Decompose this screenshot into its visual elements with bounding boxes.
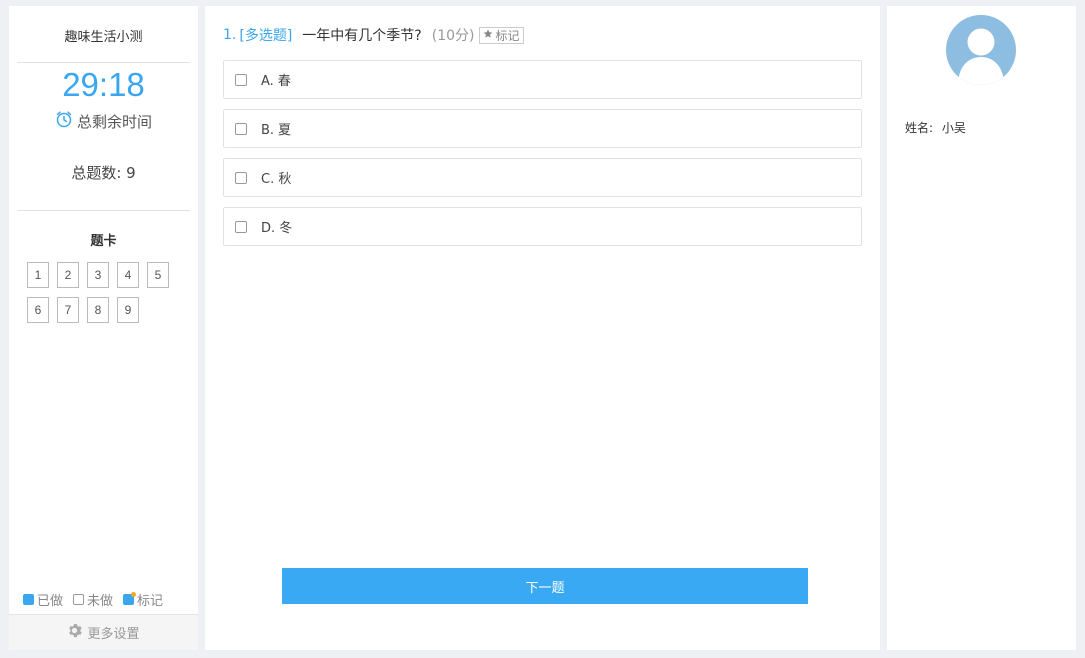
remaining-time-row: 总剩余时间 [9, 110, 198, 132]
name-value: 小吴 [941, 121, 966, 135]
legend: 已做 未做 标记 [23, 590, 163, 609]
done-swatch-icon [23, 594, 34, 605]
question-number-button[interactable]: 6 [27, 297, 49, 323]
countdown-timer: 29:18 [62, 66, 145, 103]
option-b[interactable]: B. 夏 [223, 109, 862, 148]
total-questions: 总题数: 9 [71, 164, 136, 182]
checkbox[interactable] [235, 73, 247, 86]
quiz-title: 趣味生活小测 [64, 30, 143, 45]
question-text: 一年中有几个季节? [302, 28, 422, 44]
divider [17, 210, 190, 211]
user-panel: 姓名: 小吴 [887, 6, 1076, 650]
question-panel: 1. [多选题] 一年中有几个季节? (10分) 标记 A. 春 B. 夏 C.… [205, 6, 880, 650]
question-number-button[interactable]: 4 [117, 262, 139, 288]
marked-swatch-icon [123, 592, 137, 605]
left-panel: 趣味生活小测 29:18 总剩余时间 总题数: 9 题卡 1 2 3 4 5 6… [9, 6, 198, 650]
question-number-button[interactable]: 2 [57, 262, 79, 288]
question-number-button[interactable]: 7 [57, 297, 79, 323]
question-number-button[interactable]: 3 [87, 262, 109, 288]
legend-marked-label: 标记 [137, 594, 164, 609]
legend-done-label: 已做 [37, 594, 64, 609]
star-icon [483, 28, 493, 42]
question-number-button[interactable]: 8 [87, 297, 109, 323]
question-number-button[interactable]: 5 [147, 262, 169, 288]
alarm-clock-icon [55, 110, 73, 132]
checkbox[interactable] [235, 122, 247, 135]
checkbox[interactable] [235, 220, 247, 233]
avatar [946, 15, 1016, 85]
divider [17, 62, 190, 63]
next-question-button[interactable]: 下一题 [282, 568, 808, 604]
question-number-button[interactable]: 1 [27, 262, 49, 288]
user-name: 姓名: 小吴 [905, 119, 966, 136]
question-type: [多选题] [239, 28, 293, 44]
option-d[interactable]: D. 冬 [223, 207, 862, 246]
option-label: B. 夏 [261, 123, 292, 138]
option-label: D. 冬 [261, 221, 293, 236]
option-label: A. 春 [261, 74, 291, 89]
answer-card-grid: 1 2 3 4 5 6 7 8 9 [27, 262, 187, 323]
option-label: C. 秋 [261, 172, 292, 187]
answer-card-title: 题卡 [90, 234, 117, 249]
option-a[interactable]: A. 春 [223, 60, 862, 99]
legend-undone-label: 未做 [87, 594, 114, 609]
question-header: 1. [多选题] 一年中有几个季节? (10分) 标记 [223, 25, 524, 45]
more-settings-label: 更多设置 [87, 627, 140, 642]
gear-icon [67, 623, 83, 642]
more-settings-button[interactable]: 更多设置 [9, 614, 198, 650]
question-number: 1. [223, 27, 237, 43]
question-number-button[interactable]: 9 [117, 297, 139, 323]
mark-question-button[interactable]: 标记 [479, 26, 524, 44]
question-score: (10分) [431, 28, 475, 44]
remaining-time-label: 总剩余时间 [76, 112, 152, 131]
undone-swatch-icon [73, 594, 85, 605]
option-c[interactable]: C. 秋 [223, 158, 862, 197]
legend-done: 已做 [23, 590, 63, 609]
mark-label: 标记 [495, 28, 520, 43]
checkbox[interactable] [235, 171, 247, 184]
legend-undone: 未做 [73, 590, 113, 609]
name-label: 姓名: [905, 121, 934, 135]
legend-marked: 标记 [123, 590, 163, 609]
user-silhouette-icon [958, 28, 1004, 85]
